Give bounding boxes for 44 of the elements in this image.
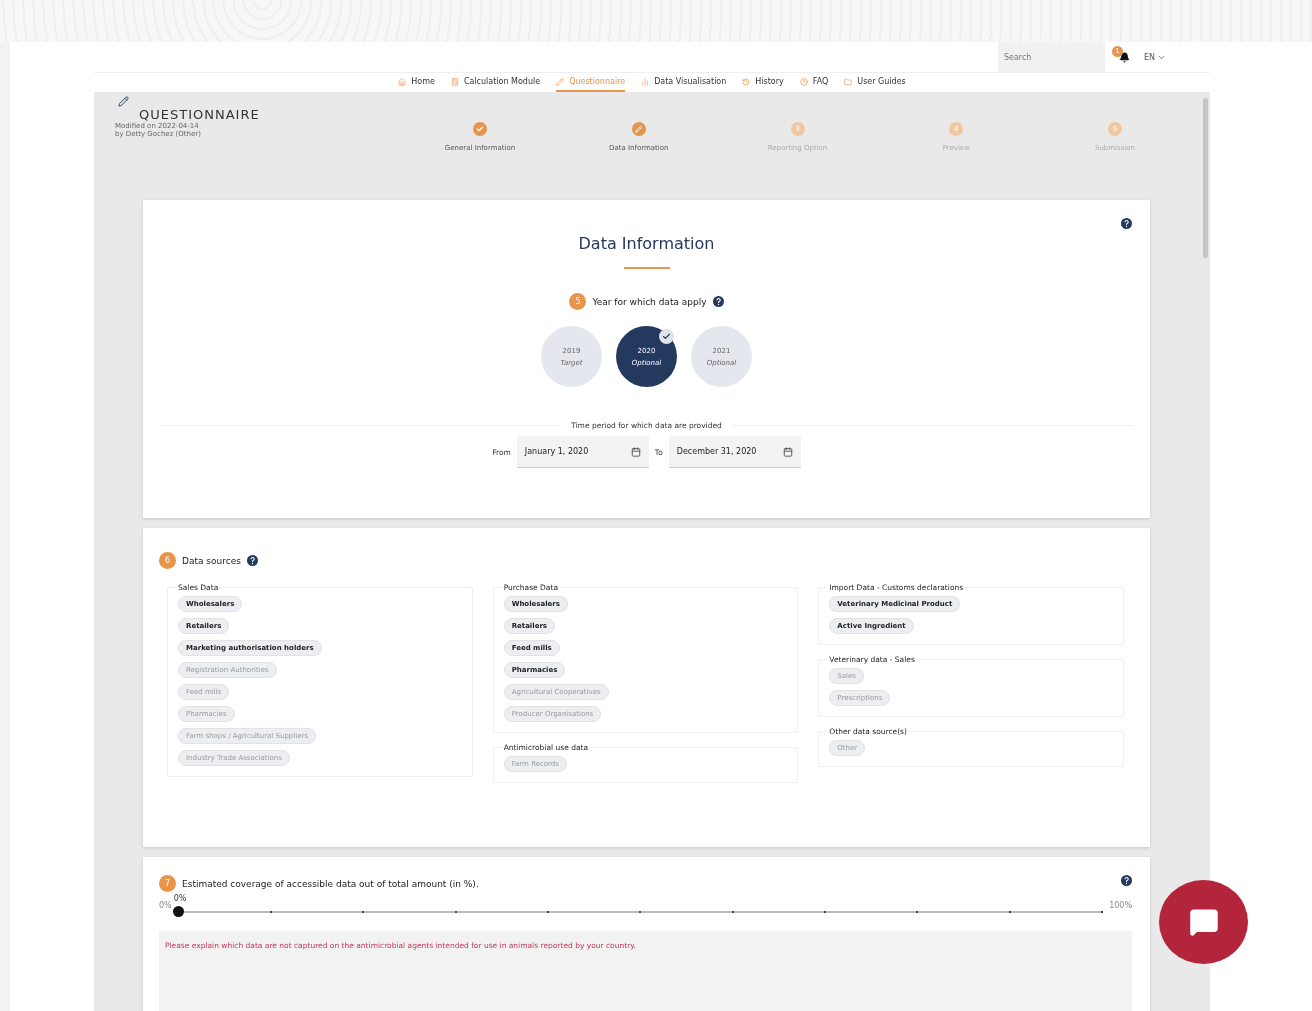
nav-link[interactable]: Calculation Module [450,73,541,92]
chat-icon [1188,907,1219,937]
question-text: Estimated coverage of accessible data out of total amount (in %). [182,878,479,889]
step-marker[interactable] [473,122,487,136]
section-title: Data Information [577,234,716,253]
page-title: QUESTIONNAIRE [139,107,261,122]
pencil-icon [635,125,643,133]
history-icon [742,77,751,86]
help-icon [799,77,808,86]
folder-icon [844,77,853,86]
check-icon [476,125,484,133]
home-icon [398,77,407,86]
question-number: 6 [159,552,176,569]
question-number: 5 [569,293,587,310]
nav-link[interactable]: FAQ [799,73,829,92]
nav-link[interactable]: User Guides [844,73,906,92]
slider-value: 0% [173,894,187,903]
help-icon[interactable] [1121,218,1132,229]
min-label: 0% [159,901,172,910]
max-label: 100% [1109,901,1132,910]
question-text: Data sources [182,555,241,566]
language-selector[interactable]: EN [1143,52,1166,62]
bar-chart-icon [641,77,650,86]
pencil-icon [556,77,565,86]
date-field[interactable]: January 1, 2020 [516,436,649,468]
help-icon[interactable] [712,296,724,307]
check-icon [659,329,674,344]
calculator-icon [450,77,459,86]
bell-icon[interactable] [1118,51,1130,63]
calendar-icon[interactable] [630,446,641,457]
question-text: Year for which data apply [592,296,707,307]
help-icon[interactable] [1121,875,1132,886]
search-field[interactable]: Search [997,42,1105,72]
slider-thumb[interactable] [172,906,184,917]
nav-link[interactable]: Data Visualisation [641,73,727,92]
nav-link[interactable]: History [742,73,784,92]
nav-link[interactable]: Home [398,73,435,92]
date-field[interactable]: December 31, 2020 [668,436,801,468]
scrollbar-thumb[interactable] [1203,98,1208,258]
help-icon[interactable] [246,555,258,566]
calendar-icon[interactable] [782,446,793,457]
question-number: 7 [159,875,176,892]
step-marker[interactable] [631,122,646,136]
pencil-icon [118,96,129,107]
